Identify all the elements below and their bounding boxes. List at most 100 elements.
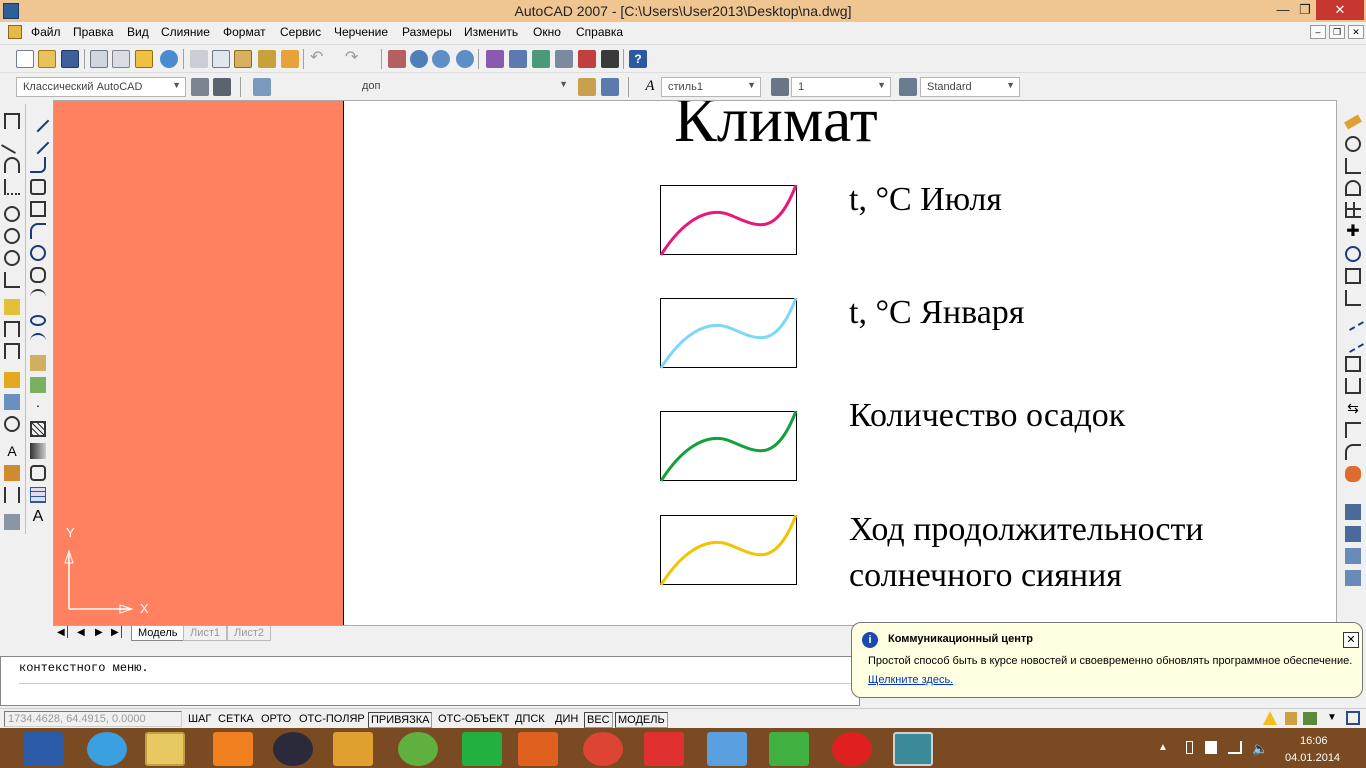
- tab-sheet1[interactable]: Лист1: [183, 626, 228, 641]
- workspace-settings-icon[interactable]: [191, 78, 209, 96]
- close-button[interactable]: ✕: [1316, 0, 1364, 20]
- ellipse-icon[interactable]: [30, 315, 46, 326]
- menu-dimension[interactable]: Размеры: [402, 25, 452, 39]
- explode-icon[interactable]: [1345, 466, 1361, 482]
- hatch-icon[interactable]: [30, 421, 46, 437]
- my-workspace-icon[interactable]: [213, 78, 231, 96]
- make-block-icon[interactable]: [30, 377, 46, 393]
- balloon-close-button[interactable]: ✕: [1343, 632, 1359, 648]
- redo-icon[interactable]: ↷: [345, 50, 363, 68]
- zoom-previous-icon[interactable]: [456, 50, 474, 68]
- point-icon[interactable]: ·: [30, 398, 46, 415]
- spline-icon[interactable]: [30, 289, 46, 305]
- print-icon[interactable]: [90, 50, 108, 68]
- autocad-a-icon[interactable]: [769, 732, 809, 766]
- autocad-taskbar-icon[interactable]: [893, 732, 933, 766]
- extend-icon[interactable]: [1342, 331, 1364, 353]
- line-icon[interactable]: [26, 109, 50, 133]
- circle-icon[interactable]: [30, 245, 46, 261]
- continue-dimension-icon[interactable]: [4, 343, 20, 359]
- network-icon[interactable]: [1228, 741, 1242, 754]
- match-properties-icon[interactable]: [258, 50, 276, 68]
- layer-dropdown[interactable]: доп ▼: [356, 77, 572, 97]
- status-menu-arrow[interactable]: ▼: [1327, 712, 1337, 723]
- layer-manager-icon[interactable]: [253, 78, 271, 96]
- text-style-icon[interactable]: A: [641, 78, 659, 96]
- properties-icon[interactable]: [486, 50, 504, 68]
- prev-tab-button[interactable]: ◀: [77, 627, 85, 638]
- clean-screen-icon[interactable]: [1346, 711, 1360, 725]
- open-file-icon[interactable]: [38, 50, 56, 68]
- send-under-icon[interactable]: [1345, 570, 1361, 586]
- trim-icon[interactable]: [1342, 309, 1364, 331]
- menu-draw[interactable]: Черчение: [334, 25, 388, 39]
- games-icon[interactable]: [398, 732, 438, 766]
- layer-previous-icon[interactable]: [601, 78, 619, 96]
- new-file-icon[interactable]: [16, 50, 34, 68]
- snap-toggle[interactable]: ШАГ: [186, 712, 213, 728]
- menu-window[interactable]: Окно: [533, 25, 561, 39]
- grid-toggle[interactable]: СЕТКА: [216, 712, 256, 728]
- zoom-realtime-icon[interactable]: [410, 50, 428, 68]
- first-tab-button[interactable]: ◀│: [57, 627, 71, 638]
- next-tab-button[interactable]: ▶: [95, 627, 103, 638]
- markup-icon[interactable]: [578, 50, 596, 68]
- coordinates-display[interactable]: 1734.4628, 64.4915, 0.0000: [4, 711, 182, 727]
- move-icon[interactable]: ✚: [1345, 224, 1361, 240]
- region-icon[interactable]: [30, 465, 46, 481]
- show-hidden-icons-button[interactable]: ▲: [1158, 742, 1168, 753]
- tolerance-icon[interactable]: [4, 394, 20, 410]
- publish-icon[interactable]: [135, 50, 153, 68]
- help-icon[interactable]: ?: [629, 50, 647, 68]
- menu-edit[interactable]: Правка: [73, 25, 114, 39]
- yandex-browser-icon[interactable]: [832, 732, 872, 766]
- word-icon[interactable]: [23, 732, 63, 766]
- doc-minimize-button[interactable]: –: [1310, 25, 1326, 39]
- dimension-text-edit-icon[interactable]: [4, 465, 20, 481]
- insert-block-icon[interactable]: [30, 355, 46, 371]
- angular-dimension-icon[interactable]: [4, 272, 20, 288]
- array-icon[interactable]: [1345, 202, 1361, 218]
- construction-line-icon[interactable]: [26, 131, 50, 155]
- clock-time[interactable]: 16:06: [1300, 735, 1328, 747]
- polygon-icon[interactable]: [30, 179, 46, 195]
- drawing-area[interactable]: Климат t, °C Июля t, °C Января Количеств…: [53, 100, 1337, 626]
- video-player-icon[interactable]: [518, 732, 558, 766]
- text-style-dropdown[interactable]: стиль1 ▼: [661, 77, 761, 97]
- bring-above-icon[interactable]: [1345, 548, 1361, 564]
- menu-modify[interactable]: Изменить: [464, 25, 518, 39]
- arc-icon[interactable]: [30, 223, 46, 239]
- balloon-link[interactable]: Щелкните здесь.: [868, 674, 953, 686]
- dyn-toggle[interactable]: ДИН: [553, 712, 580, 728]
- dimension-update-icon[interactable]: [4, 487, 20, 503]
- menu-help[interactable]: Справка: [576, 25, 623, 39]
- tab-sheet2[interactable]: Лист2: [227, 626, 272, 641]
- dimension-style-icon[interactable]: [771, 78, 789, 96]
- workspace-dropdown[interactable]: Классический AutoCAD ▼: [16, 77, 186, 97]
- make-layer-current-icon[interactable]: [578, 78, 596, 96]
- quick-dimension-icon[interactable]: [4, 299, 20, 315]
- ordinate-dimension-icon[interactable]: [4, 179, 20, 195]
- quick-leader-icon[interactable]: [4, 372, 20, 388]
- break-at-point-icon[interactable]: [1345, 356, 1361, 372]
- menu-view[interactable]: Вид: [127, 25, 149, 39]
- speaker-icon[interactable]: 🔈: [1252, 741, 1268, 757]
- cut-icon[interactable]: [190, 50, 208, 68]
- block-editor-icon[interactable]: [281, 50, 299, 68]
- dimension-style-dropdown[interactable]: 1 ▼: [791, 77, 891, 97]
- radius-dimension-icon[interactable]: [4, 206, 20, 222]
- pan-icon[interactable]: [388, 50, 406, 68]
- dimension-style-left-icon[interactable]: [4, 514, 20, 530]
- diameter-dimension-icon[interactable]: [4, 250, 20, 266]
- tool-palettes-icon[interactable]: [532, 50, 550, 68]
- sheet-set-icon[interactable]: [555, 50, 573, 68]
- join-icon[interactable]: ⇆: [1345, 400, 1361, 416]
- media-player-icon[interactable]: [273, 732, 313, 766]
- action-center-icon[interactable]: [1205, 741, 1217, 754]
- toolbar-lock-icon[interactable]: [1285, 712, 1297, 725]
- lineweight-toggle[interactable]: ВЕС: [584, 712, 613, 728]
- clock-date[interactable]: 04.01.2014: [1285, 752, 1340, 764]
- copy-object-icon[interactable]: [1345, 136, 1361, 152]
- document-icon[interactable]: [8, 25, 22, 39]
- save-icon[interactable]: [61, 50, 79, 68]
